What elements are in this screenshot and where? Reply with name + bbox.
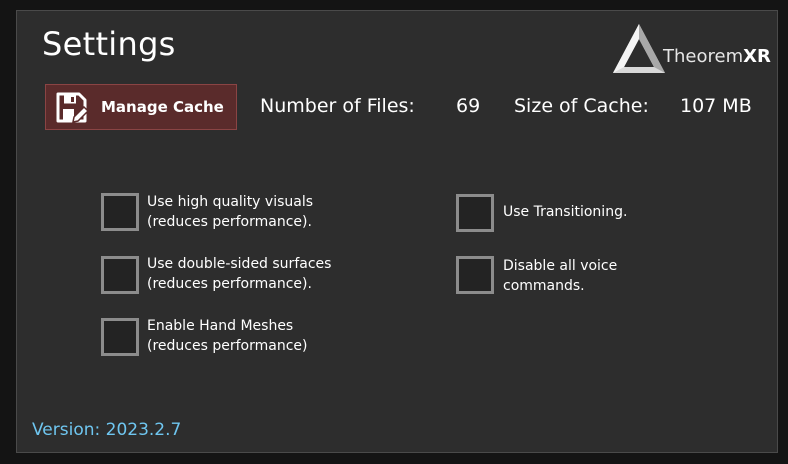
double-sided-surfaces-label: Use double-sided surfaces (reduces perfo… (147, 254, 331, 294)
hand-meshes-label-line1: Enable Hand Meshes (147, 318, 294, 334)
high-quality-visuals-label-line2: (reduces performance). (147, 214, 312, 230)
double-sided-surfaces-label-line1: Use double-sided surfaces (147, 256, 332, 272)
page-title: Settings (42, 25, 176, 63)
triangle-logo-icon (613, 24, 665, 73)
disable-voice-commands-label-line2: commands. (503, 278, 585, 294)
disable-voice-commands-checkbox[interactable] (456, 256, 494, 294)
theoremxr-logo: TheoremXR (611, 21, 773, 77)
double-sided-surfaces-label-line2: (reduces performance). (147, 276, 312, 292)
transitioning-label: Use Transitioning. (503, 202, 627, 222)
hand-meshes-label-line2: (reduces performance) (147, 338, 308, 354)
disable-voice-commands-label: Disable all voice commands. (503, 256, 617, 296)
floppy-disk-edit-icon (55, 91, 90, 125)
disable-voice-commands-label-line1: Disable all voice (503, 258, 618, 274)
high-quality-visuals-checkbox[interactable] (101, 193, 139, 231)
files-count-value: 69 (456, 95, 481, 117)
logo-text: TheoremXR (663, 46, 771, 67)
high-quality-visuals-label-line1: Use high quality visuals (147, 194, 314, 210)
manage-cache-button[interactable]: Manage Cache (45, 84, 237, 130)
transitioning-label-line1: Use Transitioning. (503, 204, 628, 220)
logo-text-light: Theorem (663, 46, 744, 67)
manage-cache-label: Manage Cache (101, 98, 224, 116)
transitioning-checkbox[interactable] (456, 194, 494, 232)
version-label: Version: 2023.2.7 (32, 420, 182, 440)
cache-size-label: Size of Cache: (514, 95, 649, 117)
settings-panel: Settings TheoremXR Manage Cache Number o… (16, 10, 778, 453)
double-sided-surfaces-checkbox[interactable] (101, 256, 139, 294)
cache-size-value: 107 MB (680, 95, 752, 117)
hand-meshes-checkbox[interactable] (101, 318, 139, 356)
logo-text-bold: XR (743, 46, 771, 67)
high-quality-visuals-label: Use high quality visuals (reduces perfor… (147, 192, 313, 232)
hand-meshes-label: Enable Hand Meshes (reduces performance) (147, 316, 307, 356)
files-count-label: Number of Files: (260, 95, 415, 117)
